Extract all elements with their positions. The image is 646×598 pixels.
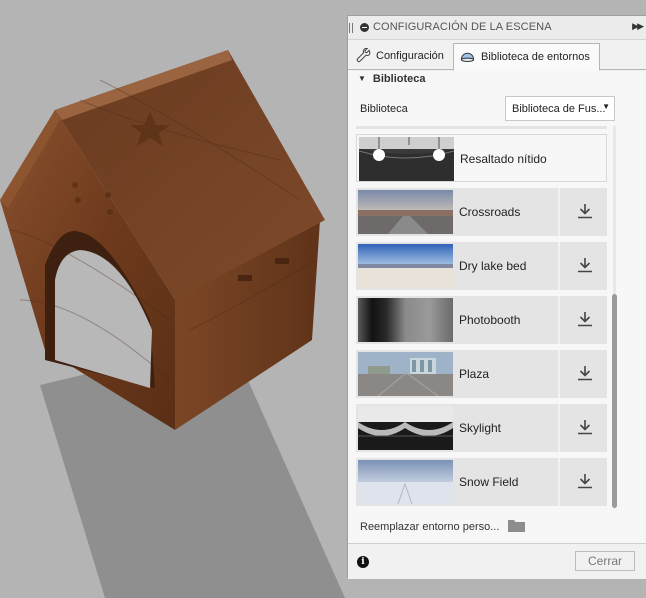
tab-configuracion-label: Configuración [376,50,444,62]
env-thumbnail [358,460,453,504]
info-icon[interactable]: i [357,556,369,568]
download-icon [578,420,592,435]
tab-configuracion[interactable]: Configuración [354,43,450,70]
dome-icon [460,52,475,62]
download-icon [578,312,592,327]
env-row-photobooth[interactable]: Photobooth [356,296,607,344]
env-row-partial[interactable] [356,126,607,129]
library-label: Biblioteca [360,103,408,115]
env-name: Dry lake bed [459,259,527,273]
env-row-skylight[interactable]: Skylight [356,404,607,452]
panel-title: CONFIGURACIÓN DE LA ESCENA [373,21,552,33]
env-name: Plaza [459,367,490,381]
download-icon [578,474,592,489]
download-icon [578,366,592,381]
env-name: Crossroads [459,205,521,219]
library-select[interactable]: Biblioteca de Fus... ▼ [505,96,615,121]
chevron-down-icon: ▼ [602,102,610,111]
download-button[interactable] [558,350,607,398]
env-thumbnail [358,244,453,288]
library-select-value: Biblioteca de Fus... [512,103,606,115]
panel-footer: i Cerrar [348,543,646,579]
download-button[interactable] [558,296,607,344]
environment-list[interactable]: Resaltado nítido Crossroads Dry lake bed… [356,126,610,509]
env-row-dry-lake-bed[interactable]: Dry lake bed [356,242,607,290]
env-row-crossroads[interactable]: Crossroads [356,188,607,236]
section-header-biblioteca[interactable]: ▼ Biblioteca [358,73,426,85]
env-row-plaza[interactable]: Plaza [356,350,607,398]
list-scrollbar[interactable] [611,126,618,509]
env-row-snow-field[interactable]: Snow Field [356,458,607,506]
library-content: ▼ Biblioteca Biblioteca Biblioteca de Fus… [348,71,646,543]
expand-arrows-icon[interactable]: ▶▶ [632,21,644,32]
download-icon [578,258,592,273]
replace-custom-environment-link[interactable]: Reemplazar entorno perso... [360,521,499,533]
download-button[interactable] [558,404,607,452]
scene-settings-panel: CONFIGURACIÓN DE LA ESCENA ▶▶ Configurac… [347,15,646,579]
download-button[interactable] [558,188,607,236]
env-name: Snow Field [459,475,519,489]
env-thumbnail [359,137,454,181]
env-name: Resaltado nítido [460,152,547,166]
folder-icon[interactable] [508,519,525,532]
env-thumbnail [358,190,453,234]
env-thumbnail [358,352,453,396]
download-icon [578,204,592,219]
env-thumbnail [358,406,453,450]
env-name: Skylight [459,421,502,435]
download-button[interactable] [558,458,607,506]
tab-bar: Configuración Biblioteca de entornos [348,41,646,71]
collapse-icon[interactable] [360,23,369,32]
tab-biblioteca-de-entornos[interactable]: Biblioteca de entornos [453,43,600,71]
drag-handle-icon[interactable] [349,23,353,33]
wrench-icon [356,48,371,63]
panel-titlebar[interactable]: CONFIGURACIÓN DE LA ESCENA ▶▶ [348,16,646,40]
env-thumbnail [358,298,453,342]
env-row-resaltado-nitido[interactable]: Resaltado nítido [356,134,607,182]
chevron-down-icon: ▼ [358,74,366,83]
section-title: Biblioteca [372,73,426,85]
tab-biblioteca-label: Biblioteca de entornos [481,51,590,63]
scroll-thumb[interactable] [612,294,617,508]
env-name: Photobooth [459,313,521,327]
download-button[interactable] [558,242,607,290]
close-button[interactable]: Cerrar [575,551,635,571]
